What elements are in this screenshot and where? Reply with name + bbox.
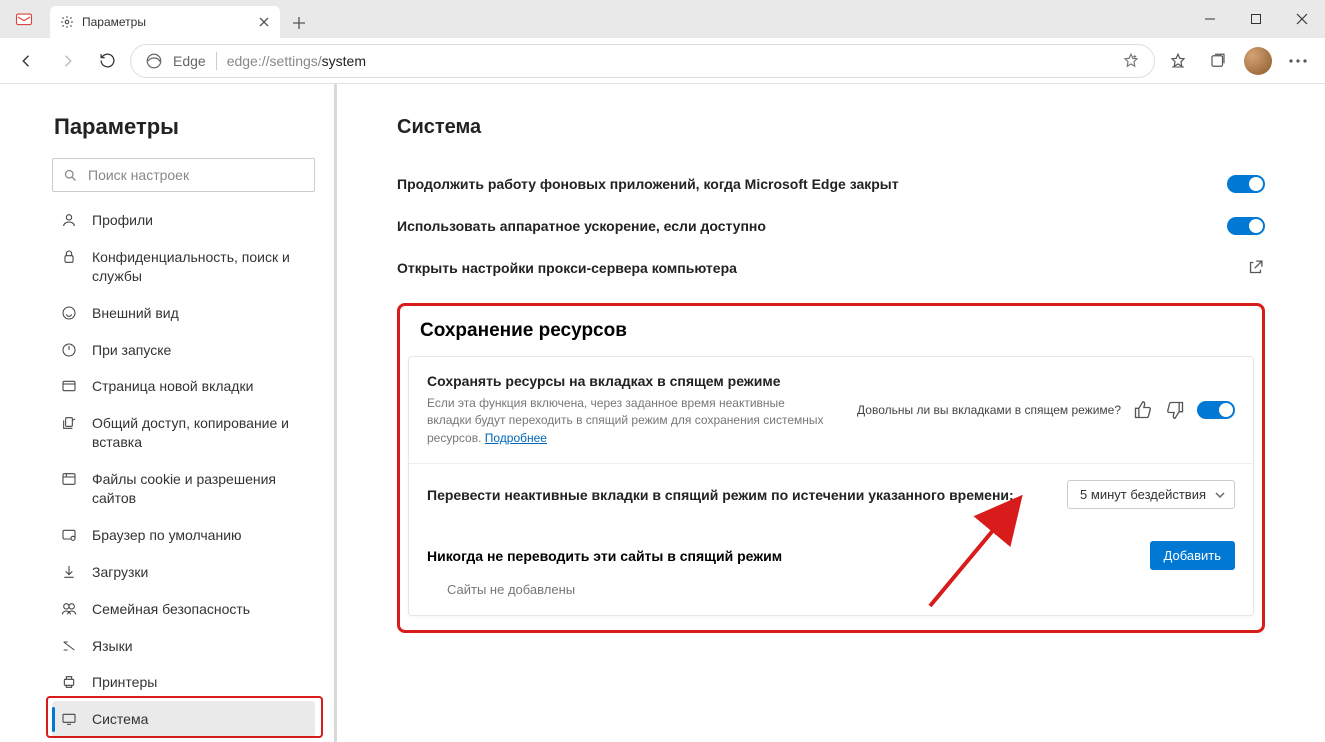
sidebar-item[interactable]: Общий доступ, копирование и вставка [52,405,315,461]
external-link-icon [1247,259,1265,277]
sidebar-item-label: Профили [92,211,153,230]
forward-button[interactable] [50,44,84,78]
sidebar-item-label: Конфиденциальность, поиск и службы [92,248,307,286]
toggle-on[interactable] [1227,175,1265,193]
setting-row-background-apps: Продолжить работу фоновых приложений, ко… [397,163,1265,205]
sidebar-item-icon [60,342,78,358]
sidebar-item-icon [60,564,78,580]
setting-label: Продолжить работу фоновых приложений, ко… [397,176,1227,192]
browser-tab[interactable]: Параметры [50,6,280,38]
sidebar-item[interactable]: Принтеры [52,664,315,701]
sidebar-item[interactable]: Сбросить настройки [52,738,315,742]
sidebar-item-label: Общий доступ, копирование и вставка [92,414,307,452]
sleeping-tabs-card: Сохранять ресурсы на вкладках в спящем р… [408,356,1254,616]
divider [216,52,217,70]
back-button[interactable] [10,44,44,78]
sidebar-item-label: Файлы cookie и разрешения сайтов [92,470,307,508]
address-bar[interactable]: Edge edge://settings/system [130,44,1155,78]
sidebar-item[interactable]: Конфиденциальность, поиск и службы [52,239,315,295]
sidebar-item[interactable]: Страница новой вкладки [52,368,315,405]
sidebar-item-icon [60,601,78,617]
new-tab-button[interactable] [284,8,314,38]
learn-more-link[interactable]: Подробнее [485,431,547,445]
sidebar-item-label: Браузер по умолчанию [92,526,242,545]
sidebar-item-icon [60,527,78,543]
sidebar-item-label: Загрузки [92,563,148,582]
sidebar-item[interactable]: При запуске [52,332,315,369]
tab-title: Параметры [82,15,146,29]
setting-label: Использовать аппаратное ускорение, если … [397,218,1227,234]
setting-label: Открыть настройки прокси-сервера компьют… [397,260,1247,276]
toggle-on[interactable] [1227,217,1265,235]
sidebar-item[interactable]: Загрузки [52,554,315,591]
favorites-button[interactable] [1161,44,1195,78]
maximize-button[interactable] [1233,3,1279,35]
sidebar-item-label: Система [92,710,148,729]
collections-button[interactable] [1201,44,1235,78]
sidebar-item-icon [60,212,78,228]
setting-row-hardware-accel: Использовать аппаратное ускорение, если … [397,205,1265,247]
sleep-desc: Если эта функция включена, через заданно… [427,395,827,447]
settings-sidebar: Параметры Поиск настроек Профили Конфиден… [0,84,337,742]
sidebar-item[interactable]: Система [52,701,315,738]
search-placeholder: Поиск настроек [88,167,189,183]
url-text: edge://settings/system [227,53,366,69]
search-input[interactable]: Поиск настроек [52,158,315,192]
sidebar-item[interactable]: Языки [52,628,315,665]
minimize-button[interactable] [1187,3,1233,35]
profile-avatar[interactable] [1241,44,1275,78]
sidebar-item-icon [60,305,78,321]
thumbs-down-icon[interactable] [1165,400,1185,420]
reload-button[interactable] [90,44,124,78]
sidebar-item-icon [60,674,78,690]
sidebar-nav: Профили Конфиденциальность, поиск и служб… [0,202,337,742]
timeout-select[interactable]: 5 минут бездействия [1067,480,1235,509]
sidebar-item-icon [60,638,78,654]
sidebar-item-icon [60,378,78,394]
close-window-button[interactable] [1279,3,1325,35]
sidebar-item[interactable]: Файлы cookie и разрешения сайтов [52,461,315,517]
toggle-on[interactable] [1197,401,1235,419]
sidebar-item-label: Языки [92,637,133,656]
never-sleep-label: Никогда не переводить эти сайты в спящий… [427,548,782,564]
thumbs-up-icon[interactable] [1133,400,1153,420]
menu-button[interactable] [1281,44,1315,78]
sidebar-item-icon [60,471,78,487]
feedback-question: Довольны ли вы вкладками в спящем режиме… [857,403,1121,417]
sidebar-item[interactable]: Браузер по умолчанию [52,517,315,554]
sidebar-item-label: Внешний вид [92,304,179,323]
sidebar-item-label: Семейная безопасность [92,600,250,619]
edge-label: Edge [173,53,206,69]
timeout-label: Перевести неактивные вкладки в спящий ре… [427,487,1053,503]
sidebar-item[interactable]: Профили [52,202,315,239]
window-favicon [14,10,34,30]
main-content: Система Продолжить работу фоновых прилож… [337,84,1325,742]
close-icon[interactable] [258,16,270,28]
resources-section-highlight: Сохранение ресурсов Сохранять ресурсы на… [397,303,1265,633]
sidebar-item-label: Страница новой вкладки [92,377,253,396]
sidebar-item-label: Принтеры [92,673,157,692]
add-button[interactable]: Добавить [1150,541,1235,570]
sidebar-item-label: При запуске [92,341,171,360]
page-heading: Система [397,116,1265,139]
toolbar: Edge edge://settings/system [0,38,1325,84]
favorite-icon[interactable] [1122,52,1140,70]
sidebar-item[interactable]: Внешний вид [52,295,315,332]
sidebar-title: Параметры [0,114,337,158]
sidebar-item-icon [60,415,78,431]
edge-logo-icon [145,52,163,70]
sidebar-item-icon [60,711,78,727]
chevron-down-icon [1214,489,1226,501]
sidebar-item[interactable]: Семейная безопасность [52,591,315,628]
section-heading: Сохранение ресурсов [404,320,1258,356]
sidebar-item-icon [60,249,78,265]
titlebar: Параметры [0,0,1325,38]
sleep-title: Сохранять ресурсы на вкладках в спящем р… [427,373,843,389]
timeout-value: 5 минут бездействия [1080,487,1206,502]
gear-icon [60,15,74,29]
search-icon [63,168,78,183]
empty-sites-text: Сайты не добавлены [409,576,1253,615]
setting-row-proxy[interactable]: Открыть настройки прокси-сервера компьют… [397,247,1265,289]
